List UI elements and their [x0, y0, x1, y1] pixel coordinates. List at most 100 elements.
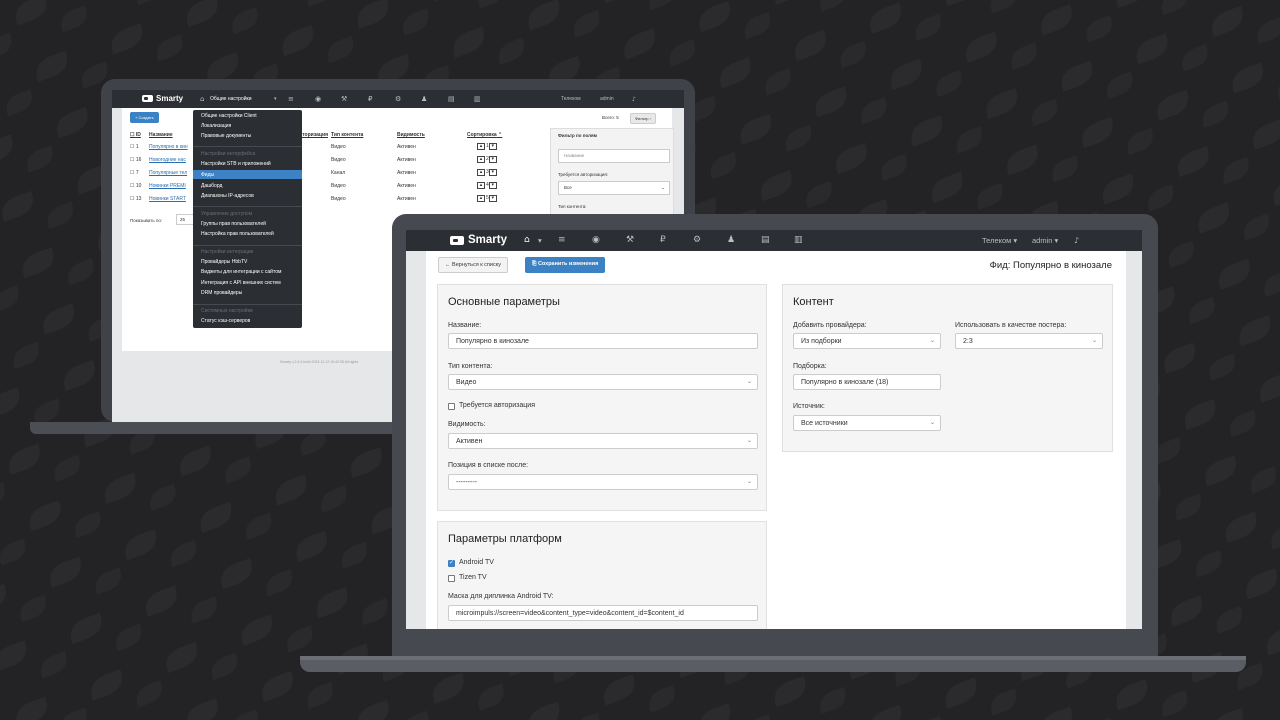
visibility-select[interactable]: Активен ⌄ [448, 433, 758, 449]
per-page-select[interactable]: 25 [176, 214, 194, 225]
menu-item[interactable]: Локализация [201, 123, 231, 129]
tenant-menu[interactable]: Телеком [561, 96, 581, 102]
position-select[interactable]: --------- ⌄ [448, 474, 758, 490]
eye-icon[interactable]: ◉ [315, 95, 321, 103]
menu-item[interactable]: Группы прав пользователей [201, 221, 266, 227]
col-name[interactable]: Название [149, 132, 173, 138]
poster-select[interactable]: 2:3 ⌄ [955, 333, 1103, 349]
row-sort[interactable]: ▴ 2 ▾ [477, 156, 498, 163]
menu-item[interactable]: DRM провайдеры [201, 290, 242, 296]
filter-auth-select[interactable]: Все ⌄ [558, 181, 670, 195]
row-name-link[interactable]: Популярно в кин [149, 144, 188, 150]
chart-icon[interactable]: ▥ [794, 235, 803, 245]
smarty-logo[interactable]: Smarty [450, 234, 507, 246]
col-content-type[interactable]: Тип контента [331, 132, 363, 138]
back-to-list-button[interactable]: ← Вернуться к списку [438, 257, 508, 273]
position-label: Позиция в списке после: [448, 462, 529, 469]
caret-down-icon: ▾ [274, 96, 277, 102]
chevron-down-icon: ⌄ [746, 438, 752, 444]
add-provider-label: Добавить провайдера: [793, 322, 867, 329]
bell-icon[interactable]: ♪ [1074, 236, 1079, 245]
row-sort[interactable]: ▴ 5 ▾ [477, 195, 498, 202]
deeplink-label: Маска для диплинка Android TV: [448, 593, 554, 600]
eye-icon[interactable]: ◉ [592, 235, 600, 245]
row-visibility: Активен [397, 157, 416, 163]
content-type-select[interactable]: Видео ⌄ [448, 374, 758, 390]
col-id[interactable]: ☐ ID [130, 132, 141, 138]
add-provider-select[interactable]: Из подборки ⌄ [793, 333, 941, 349]
ruble-icon[interactable]: ₽ [368, 95, 372, 103]
android-tv-label: Android TV [459, 559, 494, 566]
smarty-logo[interactable]: Smarty [142, 94, 183, 103]
menu-header: Системные настройки [201, 308, 253, 314]
menu-item[interactable]: Провайдеры HbbTV [201, 259, 247, 265]
caret-down-icon: ▾ [538, 236, 542, 245]
list-icon[interactable]: ≡ [288, 95, 294, 103]
user-menu[interactable]: admin [600, 96, 614, 102]
auth-required-checkbox[interactable] [448, 403, 455, 410]
menu-item[interactable]: Виджеты для интеграции с сайтом [201, 269, 281, 275]
row-name-link[interactable]: Новинки START [149, 196, 186, 202]
card-title: Основные параметры [448, 296, 560, 308]
calendar-icon[interactable]: ▤ [448, 95, 455, 103]
gear-icon[interactable]: ⚙ [395, 95, 401, 103]
menu-item[interactable]: Правовые документы [201, 133, 251, 139]
menu-item[interactable]: Интеграция с API внешних систем [201, 280, 281, 286]
row-sort[interactable]: ▴ 3 ▾ [477, 169, 498, 176]
collection-label: Подборка: [793, 363, 827, 370]
chart-icon[interactable]: ▥ [474, 95, 481, 103]
menu-item[interactable]: Дашборд [201, 183, 222, 189]
deeplink-input[interactable]: microimpuls://screen=video&content_type=… [448, 605, 758, 621]
filter-auth-label: Требуется авторизация: [558, 172, 609, 177]
source-select[interactable]: Все источники ⌄ [793, 415, 941, 431]
bell-icon[interactable]: ♪ [632, 96, 636, 103]
filter-name-input[interactable]: Название [558, 149, 670, 163]
col-sort[interactable]: Сортировка ⌃ [467, 132, 502, 138]
user-icon[interactable]: ♟ [421, 95, 427, 103]
chevron-down-icon: ⌄ [746, 379, 752, 385]
menu-item[interactable]: Общие настройки Client [201, 113, 257, 119]
filter-button[interactable]: Фильтр › [630, 113, 656, 124]
page-title: Фид: Популярно в кинозале [989, 260, 1112, 271]
back-laptop-base [30, 422, 410, 434]
menu-divider [193, 206, 302, 207]
menu-item[interactable]: Диапазоны IP-адресов [201, 193, 254, 199]
row-sort[interactable]: ▴ 4 ▾ [477, 182, 498, 189]
user-icon[interactable]: ♟ [727, 235, 735, 245]
row-sort[interactable]: ▴ 1 ▾ [477, 143, 498, 150]
save-changes-button[interactable]: ⎘ Сохранить изменения [525, 257, 606, 273]
home-icon[interactable]: ⌂ [200, 95, 204, 103]
gear-icon[interactable]: ⚙ [693, 235, 701, 245]
wrench-icon[interactable]: ⚒ [341, 95, 347, 103]
menu-item[interactable]: Статус кэш-серверов [201, 318, 250, 324]
ruble-icon[interactable]: ₽ [660, 235, 666, 245]
row-type: Видео [331, 144, 346, 150]
col-visibility[interactable]: Видимость [397, 132, 425, 138]
row-visibility: Активен [397, 144, 416, 150]
nav-menu-label[interactable]: Общие настройки [210, 96, 252, 102]
row-name-link[interactable]: Новинки PREMI [149, 183, 186, 189]
row-id: ☐ 1 [130, 144, 139, 150]
row-name-link[interactable]: Новогодние нас [149, 157, 186, 163]
footer-version: Smarty v.2.6.4 build 2024-11-12 10:42:28… [280, 360, 359, 364]
auth-required-label: Требуется авторизация [459, 402, 535, 409]
wrench-icon[interactable]: ⚒ [626, 235, 634, 245]
tenant-menu[interactable]: Телеком ▾ [982, 236, 1017, 245]
menu-item[interactable]: Настройки STB и приложений [201, 161, 271, 167]
menu-item-feeds[interactable]: Фиды [201, 172, 214, 178]
front-navbar: Smarty ⌂ ▾ ≡ ◉ ⚒ ₽ ⚙ ♟ ▤ ▥ Телеком ▾ adm… [406, 230, 1142, 251]
filter-panel-title: Фильтр по полям [558, 133, 597, 138]
tizen-tv-checkbox[interactable] [448, 575, 455, 582]
create-button[interactable]: + Создать [130, 112, 159, 123]
calendar-icon[interactable]: ▤ [761, 235, 770, 245]
menu-item[interactable]: Настройка прав пользователей [201, 231, 274, 237]
android-tv-checkbox[interactable] [448, 559, 455, 567]
logo-icon [142, 95, 153, 102]
home-icon[interactable]: ⌂ [524, 235, 530, 245]
row-id: ☐ 13 [130, 196, 142, 202]
collection-input[interactable]: Популярно в кинозале (18) [793, 374, 941, 390]
row-name-link[interactable]: Популярные тел [149, 170, 187, 176]
user-menu[interactable]: admin ▾ [1032, 236, 1058, 245]
name-input[interactable]: Популярно в кинозале [448, 333, 758, 349]
list-icon[interactable]: ≡ [558, 235, 566, 245]
